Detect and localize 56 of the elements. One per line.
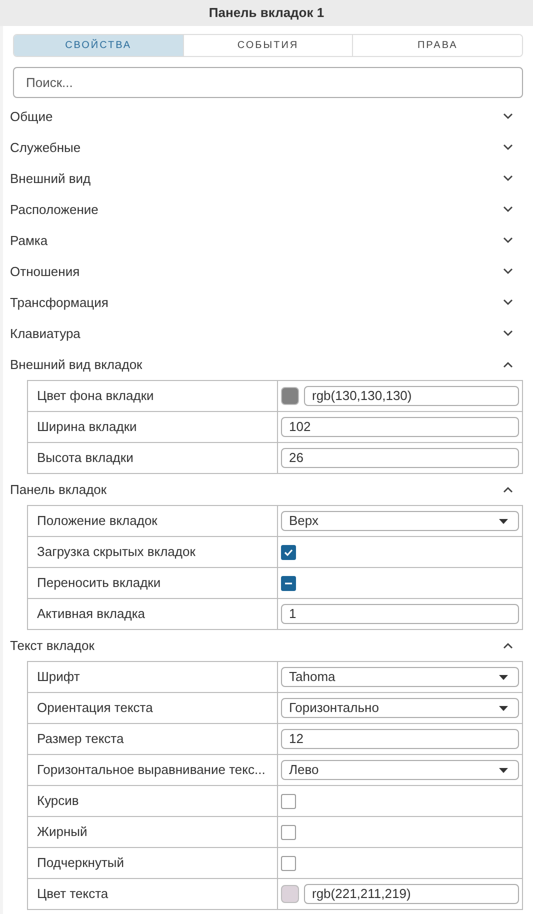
caret-icon (499, 706, 508, 710)
input-field[interactable]: rgb(130,130,130) (304, 386, 519, 406)
checkmark-icon (283, 546, 294, 558)
color-swatch[interactable] (281, 885, 299, 903)
dropdown[interactable]: Лево (281, 760, 519, 780)
property-label: Жирный (28, 817, 278, 847)
property-label: Положение вкладок (28, 506, 278, 536)
caret-icon (499, 518, 508, 524)
section-title[interactable]: Рамка (10, 233, 48, 248)
dropdown-value: Верх (289, 512, 318, 530)
section-title[interactable]: Клавиатура (10, 326, 80, 341)
checkbox[interactable] (281, 544, 296, 560)
checkbox[interactable] (281, 576, 296, 590)
input-field[interactable]: 26 (281, 448, 519, 468)
caret-icon (499, 768, 508, 772)
tab[interactable]: ПРАВА (352, 35, 522, 56)
section-title[interactable]: Панель вкладок (10, 482, 107, 497)
section-title[interactable]: Расположение (10, 202, 98, 217)
property-label: Шрифт (28, 662, 278, 692)
checkbox[interactable] (281, 856, 296, 870)
property-label: Загрузка скрытых вкладок (28, 537, 278, 567)
dropdown[interactable]: Верх (281, 511, 519, 531)
input-field[interactable]: 12 (281, 729, 519, 749)
property-label: Цвет фона вкладки (28, 381, 278, 411)
section-title[interactable]: Текст вкладок (10, 638, 94, 653)
dropdown-value: Tahoma (289, 668, 336, 686)
search-field[interactable]: Поиск... (13, 67, 523, 98)
input-field[interactable]: rgb(221,211,219) (304, 884, 519, 904)
panel-title: Панель вкладок 1 (0, 0, 533, 26)
property-label: Ширина вкладки (28, 412, 278, 442)
property-label: Ориентация текста (28, 693, 278, 723)
input-field[interactable]: 102 (281, 417, 519, 437)
property-label: Размер текста (28, 724, 278, 754)
property-label: Активная вкладка (28, 599, 278, 629)
section-title[interactable]: Внешний вид вкладок (10, 357, 142, 372)
input-field[interactable]: 1 (281, 604, 519, 624)
section-title[interactable]: Трансформация (10, 295, 108, 310)
property-label: Цвет текста (28, 879, 278, 909)
dropdown[interactable]: Tahoma (281, 667, 519, 687)
tab[interactable]: СВОЙСТВА (14, 35, 183, 56)
section-title[interactable]: Отношения (10, 264, 80, 279)
section-title[interactable]: Служебные (10, 140, 81, 155)
section-title[interactable]: Внешний вид (10, 171, 91, 186)
dropdown-value: Горизонтально (289, 699, 379, 717)
dropdown-value: Лево (289, 761, 319, 779)
checkbox[interactable] (281, 824, 296, 840)
property-label: Подчеркнутый (28, 848, 278, 878)
dropdown[interactable]: Горизонтально (281, 698, 519, 718)
property-label: Переносить вкладки (28, 568, 278, 598)
property-label: Горизонтальное выравнивание текс... (28, 755, 278, 785)
checkbox[interactable] (281, 794, 296, 808)
property-label: Курсив (28, 786, 278, 816)
section-title[interactable]: Общие (10, 109, 53, 124)
caret-icon (499, 674, 508, 680)
property-label: Высота вкладки (28, 443, 278, 473)
color-swatch[interactable] (281, 387, 299, 405)
